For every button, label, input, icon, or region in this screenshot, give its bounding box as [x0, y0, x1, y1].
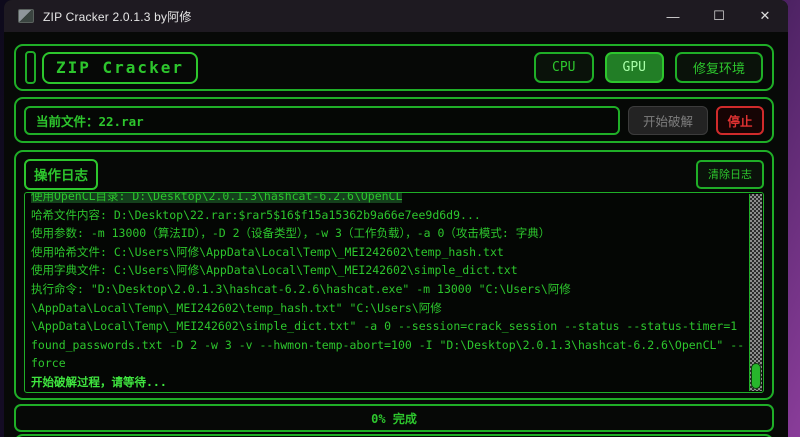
titlebar: ZIP Cracker 2.0.1.3 by阿修 — ☐ ✕ — [4, 0, 788, 32]
logo-bar-icon — [25, 51, 36, 84]
app-title-badge: ZIP Cracker — [42, 52, 198, 84]
log-title: 操作日志 — [24, 159, 98, 190]
log-line: 使用OpenCL目录: D:\Desktop\2.0.1.3\hashcat-6… — [31, 193, 743, 206]
current-file-field[interactable]: 当前文件：22.rar — [24, 106, 620, 135]
repair-environment-button[interactable]: 修复环境 — [675, 52, 763, 83]
log-line: \AppData\Local\Temp\_MEI242602\temp_hash… — [31, 299, 743, 318]
window-controls: — ☐ ✕ — [650, 0, 788, 32]
log-line: force — [31, 354, 743, 373]
log-line: 使用参数: -m 13000（算法ID），-D 2（设备类型），-w 3（工作负… — [31, 224, 743, 243]
close-button[interactable]: ✕ — [742, 0, 788, 32]
cpu-mode-button[interactable]: CPU — [534, 52, 593, 83]
stop-button[interactable]: 停止 — [716, 106, 764, 135]
progress-bar: 0% 完成 — [14, 404, 774, 432]
start-crack-button[interactable]: 开始破解 — [628, 106, 708, 135]
log-line: 执行命令: "D:\Desktop\2.0.1.3\hashcat-6.2.6\… — [31, 280, 743, 299]
minimize-button[interactable]: — — [650, 0, 696, 32]
app-window: ZIP Cracker 2.0.1.3 by阿修 — ☐ ✕ ZIP Crack… — [4, 0, 788, 437]
header-panel: ZIP Cracker CPU GPU 修复环境 — [14, 44, 774, 91]
log-line: found_passwords.txt -D 2 -w 3 -v --hwmon… — [31, 336, 743, 355]
log-scrollbar[interactable] — [749, 194, 762, 391]
clear-log-button[interactable]: 清除日志 — [696, 160, 764, 189]
log-header: 操作日志 清除日志 — [24, 161, 764, 187]
maximize-button[interactable]: ☐ — [696, 0, 742, 32]
window-title: ZIP Cracker 2.0.1.3 by阿修 — [43, 8, 192, 25]
file-panel: 当前文件：22.rar 开始破解 停止 — [14, 97, 774, 143]
progress-label: 0% 完成 — [16, 406, 772, 430]
log-lines: 使用OpenCL目录: D:\Desktop\2.0.1.3\hashcat-6… — [31, 193, 743, 392]
log-line: 使用字典文件: C:\Users\阿修\AppData\Local\Temp\_… — [31, 261, 743, 280]
log-text-area[interactable]: 使用OpenCL目录: D:\Desktop\2.0.1.3\hashcat-6… — [24, 192, 764, 393]
app-window-icon — [18, 9, 34, 23]
log-panel: 操作日志 清除日志 使用OpenCL目录: D:\Desktop\2.0.1.3… — [14, 150, 774, 400]
scrollbar-thumb[interactable] — [751, 363, 761, 389]
gpu-mode-button[interactable]: GPU — [605, 52, 664, 83]
log-line: 使用哈希文件: C:\Users\阿修\AppData\Local\Temp\_… — [31, 243, 743, 262]
log-line: 哈希文件内容: D:\Desktop\22.rar:$rar5$16$f15a1… — [31, 206, 743, 225]
log-line: \AppData\Local\Temp\_MEI242602\simple_di… — [31, 317, 743, 336]
log-line: 开始破解过程，请等待... — [31, 373, 743, 392]
